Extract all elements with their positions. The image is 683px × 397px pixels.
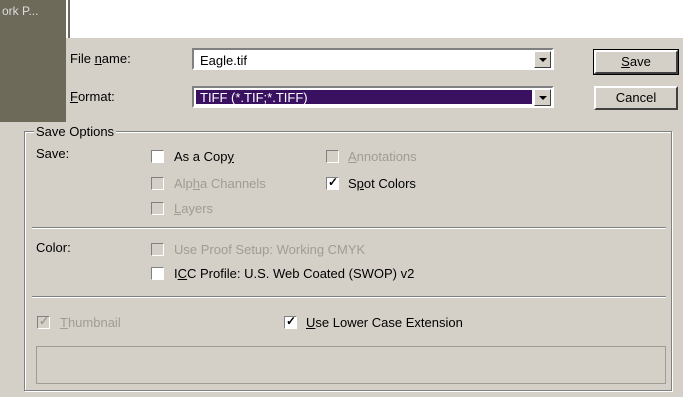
save-label: Save: [36, 146, 70, 161]
file-name-input[interactable]: Eagle.tif [200, 53, 247, 68]
annotations-checkbox [326, 150, 339, 163]
format-selected-value[interactable]: TIFF (*.TIF;*.TIFF) [196, 90, 532, 105]
document-tab[interactable]: ork P... [0, 0, 66, 122]
icc-profile-label[interactable]: ICC Profile: U.S. Web Coated (SWOP) v2 [174, 266, 414, 281]
use-proof-setup-label: Use Proof Setup: Working CMYK [174, 242, 366, 257]
use-lower-case-extension-checkbox[interactable]: ✓ [284, 314, 297, 329]
separator [32, 227, 666, 229]
alpha-channels-label: Alpha Channels [174, 176, 266, 191]
save-button[interactable]: Save [593, 49, 679, 75]
format-dropdown-button[interactable] [534, 89, 551, 106]
annotations-label: Annotations [348, 149, 417, 164]
format-select[interactable]: TIFF (*.TIF;*.TIFF) [192, 86, 554, 108]
as-a-copy-checkbox[interactable] [151, 150, 164, 163]
save-options-legend: Save Options [34, 124, 117, 139]
info-box [36, 346, 666, 384]
checkmark-icon: ✓ [39, 314, 50, 328]
file-name-dropdown-button[interactable] [534, 51, 551, 68]
use-lower-case-extension-label[interactable]: Use Lower Case Extension [306, 315, 463, 330]
as-a-copy-label[interactable]: As a Copy [174, 149, 234, 164]
thumbnail-label: Thumbnail [60, 315, 121, 330]
divider [68, 0, 70, 38]
cancel-button[interactable]: Cancel [594, 86, 678, 110]
save-as-dialog: ork P... File name: Eagle.tif Format: TI… [0, 0, 683, 397]
color-label: Color: [36, 240, 71, 255]
document-tab-label: ork P... [2, 4, 39, 18]
use-proof-setup-checkbox [151, 243, 164, 256]
spot-colors-label[interactable]: Spot Colors [348, 176, 416, 191]
checkmark-icon: ✓ [286, 314, 297, 328]
layers-checkbox [151, 202, 164, 215]
format-label: Format: [70, 89, 115, 104]
spot-colors-checkbox[interactable]: ✓ [326, 175, 339, 190]
icc-profile-checkbox[interactable] [151, 267, 164, 280]
file-name-label: File name: [70, 51, 131, 66]
file-name-combobox[interactable]: Eagle.tif [192, 48, 554, 70]
layers-label: Layers [174, 201, 214, 216]
top-strip [0, 0, 683, 38]
alpha-channels-checkbox [151, 177, 164, 190]
thumbnail-checkbox: ✓ [37, 314, 50, 329]
checkmark-icon: ✓ [328, 175, 339, 189]
separator [32, 296, 666, 298]
